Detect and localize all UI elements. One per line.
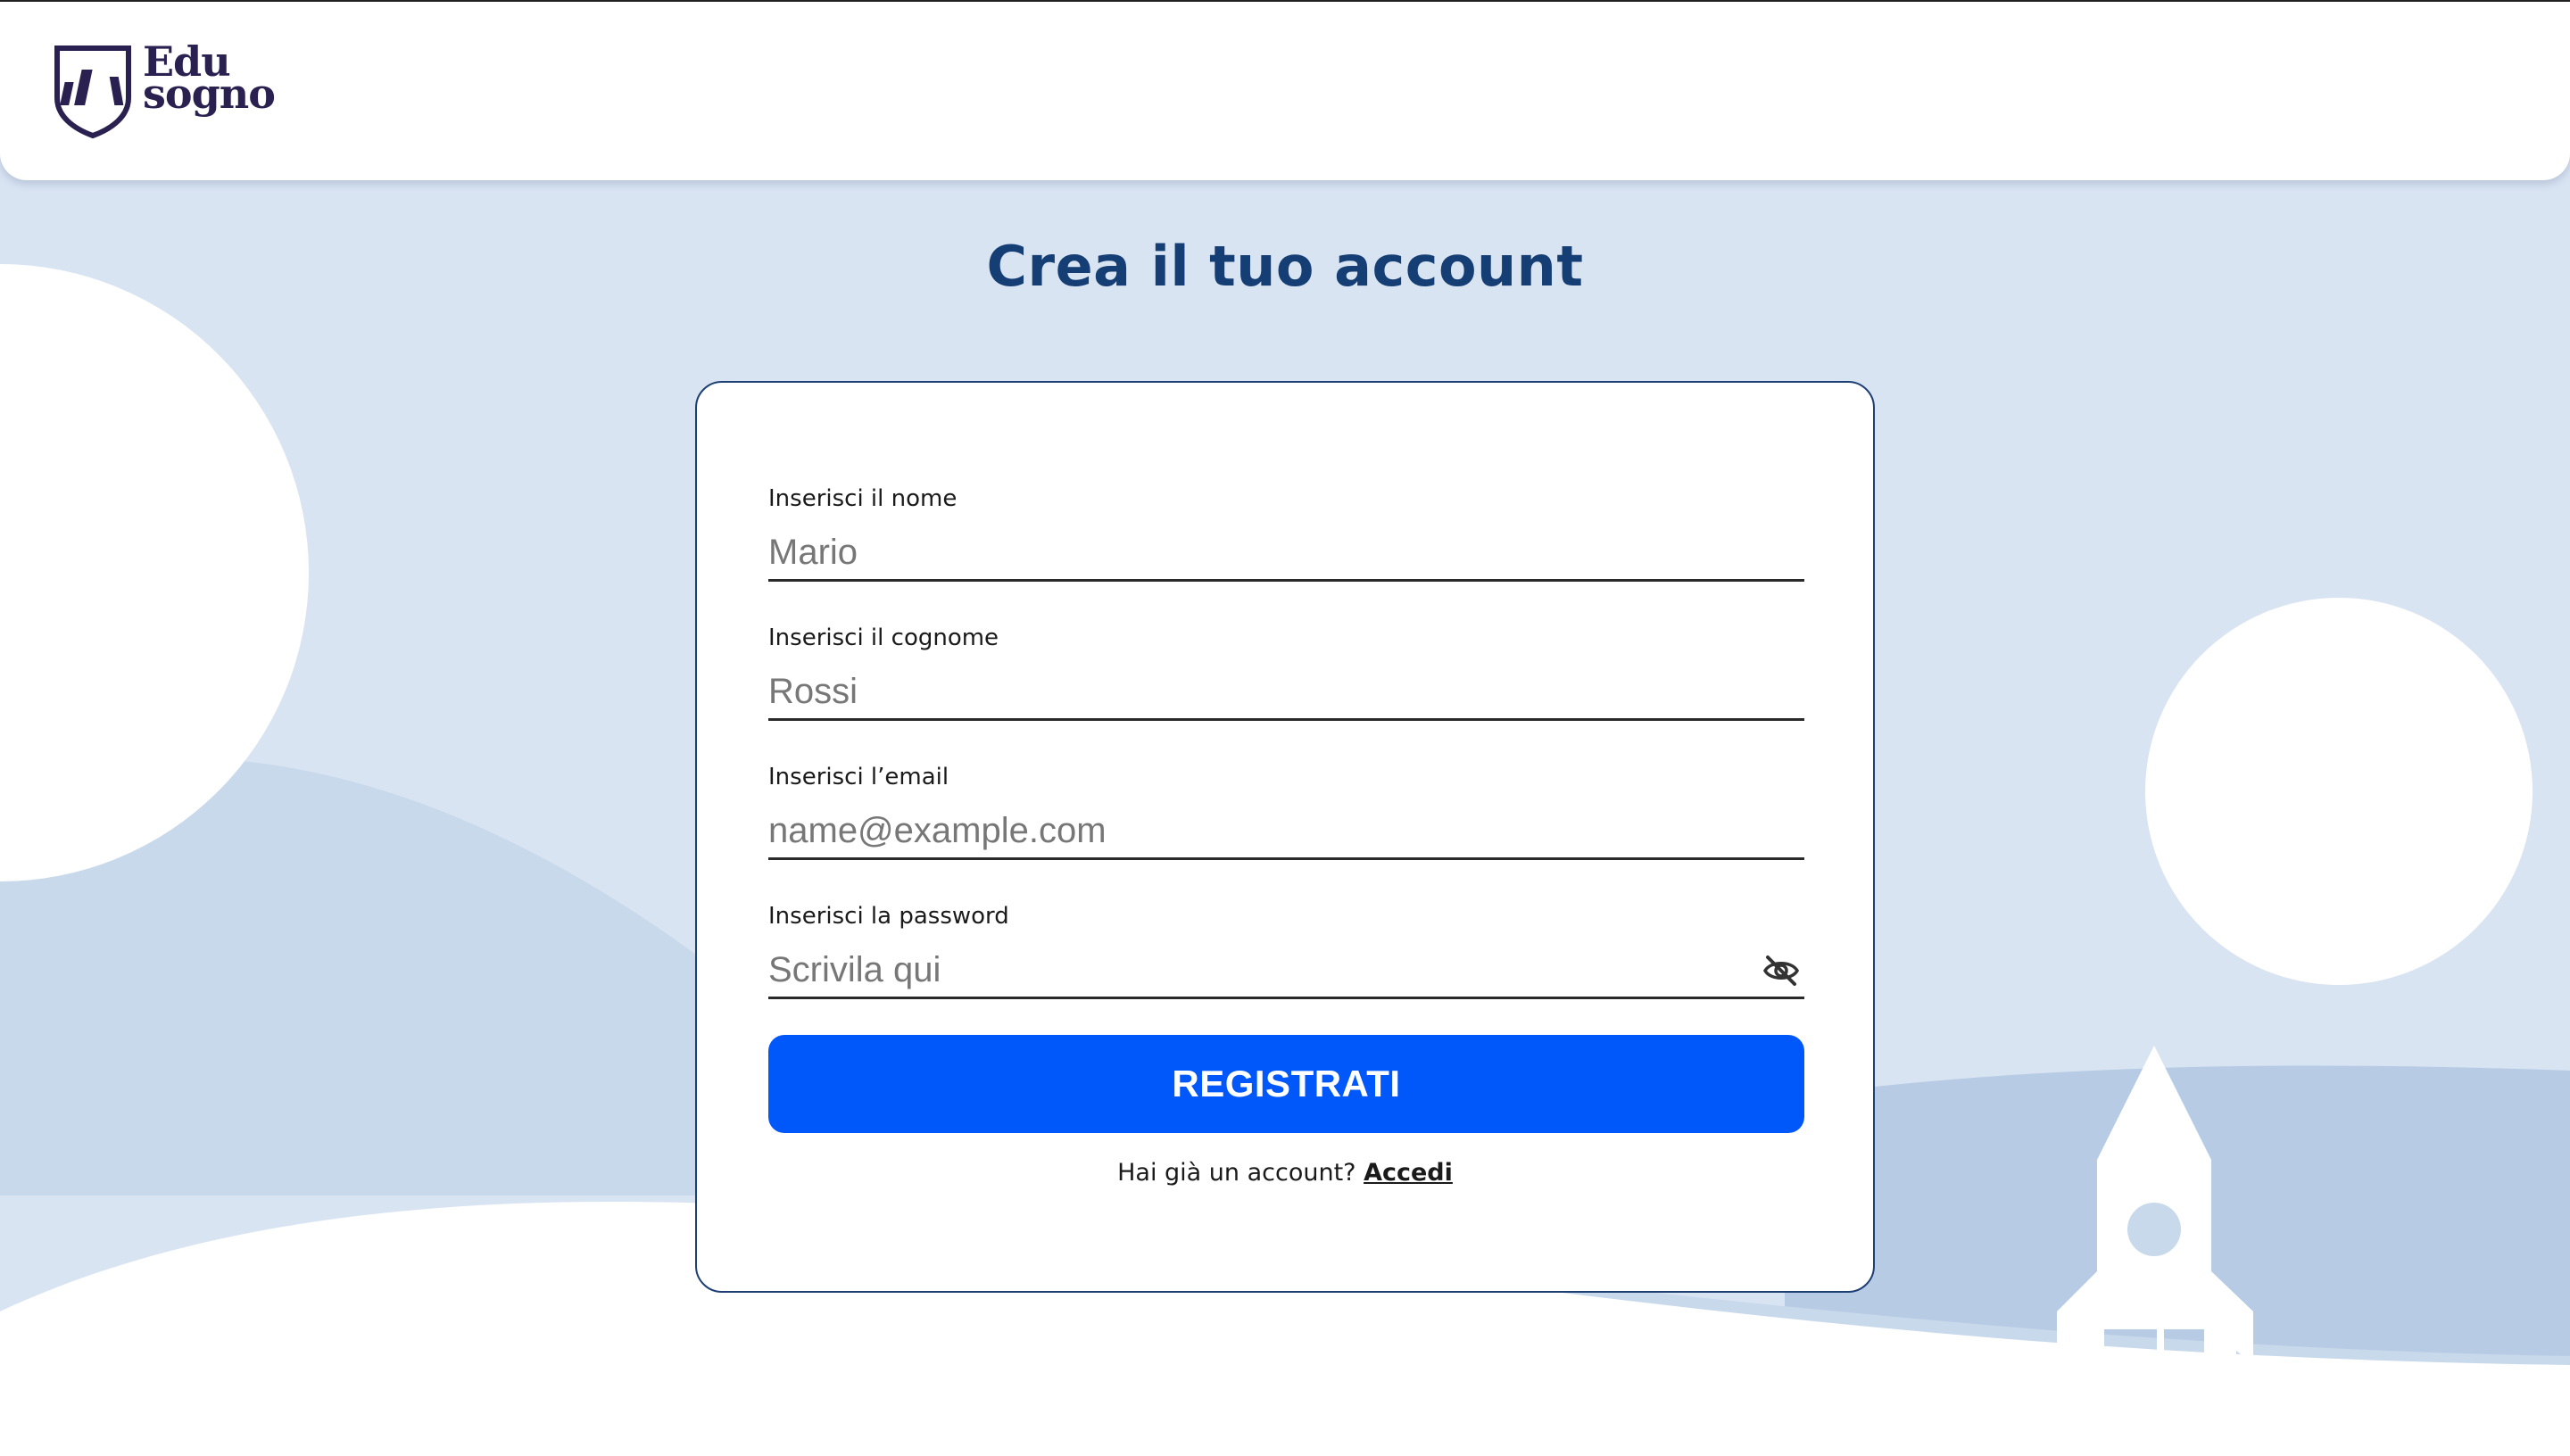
email-label: Inserisci l’email bbox=[768, 764, 949, 790]
signup-card: Inserisci il nome Inserisci il cognome I… bbox=[695, 381, 1875, 1293]
page-title: Crea il tuo account bbox=[986, 234, 1584, 299]
first-name-label: Inserisci il nome bbox=[768, 485, 958, 512]
login-link[interactable]: Accedi bbox=[1364, 1159, 1453, 1187]
password-input[interactable] bbox=[768, 944, 1804, 999]
password-field-group: Inserisci la password bbox=[768, 903, 1804, 999]
email-input[interactable] bbox=[768, 805, 1804, 860]
brand-wordmark: Edu sogno bbox=[143, 41, 276, 118]
password-label: Inserisci la password bbox=[768, 903, 1009, 930]
login-prompt-text: Hai già un account? bbox=[1117, 1159, 1364, 1187]
top-navbar: Edu sogno bbox=[0, 0, 2570, 180]
last-name-field-group: Inserisci il cognome bbox=[768, 625, 1804, 721]
brand-logo[interactable]: Edu sogno bbox=[52, 41, 276, 139]
brand-name-line2: sogno bbox=[143, 69, 276, 118]
login-prompt-row: Hai già un account? Accedi bbox=[697, 1159, 1873, 1187]
shield-books-icon bbox=[52, 43, 134, 139]
last-name-input[interactable] bbox=[768, 666, 1804, 721]
first-name-input[interactable] bbox=[768, 526, 1804, 582]
first-name-field-group: Inserisci il nome bbox=[768, 485, 1804, 582]
last-name-label: Inserisci il cognome bbox=[768, 625, 999, 651]
email-field-group: Inserisci l’email bbox=[768, 764, 1804, 860]
eye-slash-icon[interactable] bbox=[1762, 953, 1801, 989]
register-button[interactable]: REGISTRATI bbox=[768, 1035, 1804, 1133]
